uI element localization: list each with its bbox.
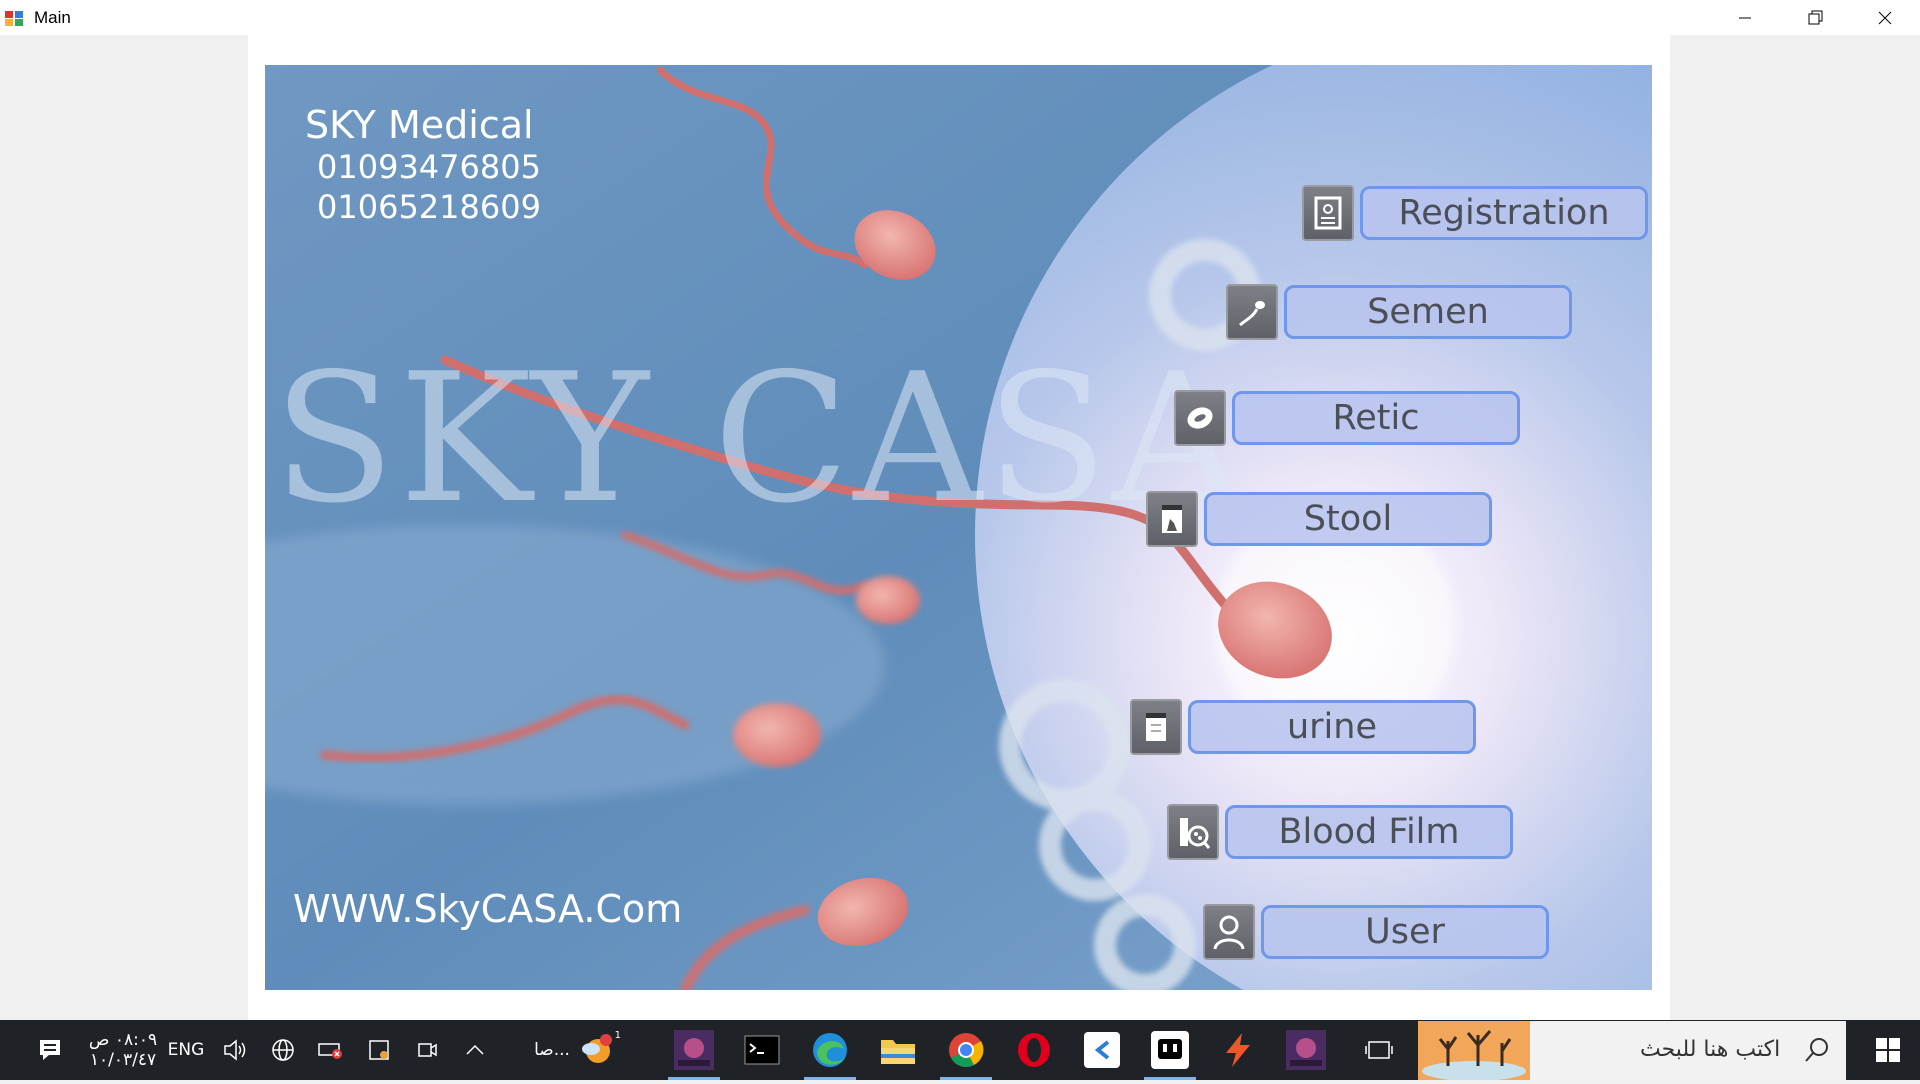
taskbar-app-pinned[interactable] xyxy=(1074,1020,1130,1080)
folder-icon xyxy=(881,1040,915,1064)
clock-time: ٠٨:٠٩ ص xyxy=(88,1030,158,1050)
notifications-button[interactable] xyxy=(30,1020,70,1080)
menu-row-retic: Retic xyxy=(1174,390,1520,446)
task-view-icon xyxy=(1365,1041,1393,1059)
start-button[interactable] xyxy=(1856,1020,1920,1080)
minimize-icon xyxy=(1739,17,1751,18)
menu-row-registration: Registration xyxy=(1302,185,1648,241)
close-button[interactable] xyxy=(1850,0,1920,35)
pinned-app-icon xyxy=(1084,1032,1120,1068)
globe-icon xyxy=(272,1039,294,1061)
camera-icon xyxy=(418,1043,437,1057)
tray-app-button[interactable] xyxy=(364,1020,394,1080)
taskbar-app-terminal[interactable] xyxy=(734,1020,790,1080)
close-icon xyxy=(1878,11,1892,24)
registration-icon[interactable] xyxy=(1302,185,1354,241)
title-bar: Main xyxy=(0,0,1920,35)
retic-icon[interactable] xyxy=(1174,390,1226,446)
watermark-text: SKY CASA xyxy=(273,335,1245,542)
edge-icon xyxy=(813,1033,847,1067)
stool-icon[interactable] xyxy=(1146,491,1198,547)
phone-number-1: 01093476805 xyxy=(317,148,541,186)
network-button[interactable] xyxy=(268,1020,298,1080)
notifications-icon xyxy=(40,1040,60,1060)
clock-date: ١٠/٠٣/٤٧ xyxy=(89,1050,157,1070)
taskbar-app-opera[interactable] xyxy=(1006,1020,1062,1080)
sky-app-icon xyxy=(674,1030,714,1070)
terminal-icon xyxy=(744,1035,780,1065)
tray-app-icon xyxy=(369,1040,389,1060)
weather-label: صا... xyxy=(534,1040,570,1060)
retic-button[interactable]: Retic xyxy=(1232,391,1520,445)
semen-button[interactable]: Semen xyxy=(1284,285,1572,339)
taskbar-app-chrome[interactable] xyxy=(938,1020,994,1080)
chrome-icon xyxy=(949,1033,984,1067)
restore-icon xyxy=(1808,10,1823,24)
taskbar-app-file-explorer[interactable] xyxy=(870,1020,926,1080)
user-icon[interactable] xyxy=(1203,904,1255,960)
volume-button[interactable] xyxy=(220,1020,250,1080)
taskbar-app-lightning[interactable] xyxy=(1210,1020,1266,1080)
search-highlight-image xyxy=(1418,1021,1530,1081)
battery-warning-icon xyxy=(318,1043,342,1059)
windows-logo-icon xyxy=(1876,1038,1900,1062)
task-view-button[interactable] xyxy=(1354,1020,1404,1080)
semen-icon[interactable] xyxy=(1226,284,1278,340)
weather-icon xyxy=(581,1034,612,1063)
weather-widget[interactable]: صا... 1 xyxy=(520,1020,630,1080)
show-hidden-icons-button[interactable] xyxy=(460,1020,490,1080)
opera-icon xyxy=(1018,1033,1050,1067)
menu-row-stool: Stool xyxy=(1146,491,1492,547)
taskbar-app-sky-1[interactable] xyxy=(666,1020,722,1080)
volume-icon xyxy=(224,1039,246,1061)
taskbar-app-sky-2[interactable] xyxy=(1278,1020,1334,1080)
menu-row-urine: urine xyxy=(1130,699,1476,755)
urine-button[interactable]: urine xyxy=(1188,700,1476,754)
chevron-up-icon xyxy=(466,1044,484,1055)
taskbar: ٠٨:٠٩ ص ١٠/٠٣/٤٧ ENG صا... 1 اكتب هنا لل… xyxy=(0,1020,1920,1081)
website-text: WWW.SkyCASA.Com xyxy=(293,887,683,931)
urine-icon[interactable] xyxy=(1130,699,1182,755)
phone-number-2: 01065218609 xyxy=(317,188,541,226)
battery-button[interactable] xyxy=(316,1020,346,1080)
weather-badge: 1 xyxy=(614,1030,621,1041)
app-icon xyxy=(5,10,23,26)
search-icon xyxy=(1805,1038,1828,1062)
menu-row-user: User xyxy=(1203,904,1549,960)
taskbar-app-media[interactable] xyxy=(1142,1020,1198,1080)
brand-name: SKY Medical xyxy=(305,103,534,147)
stool-button[interactable]: Stool xyxy=(1204,492,1492,546)
clock[interactable]: ٠٨:٠٩ ص ١٠/٠٣/٤٧ xyxy=(78,1020,168,1080)
sky-app-icon-2 xyxy=(1286,1030,1326,1070)
menu-row-blood-film: Blood Film xyxy=(1167,804,1513,860)
media-app-icon xyxy=(1151,1031,1189,1069)
registration-button[interactable]: Registration xyxy=(1360,186,1648,240)
blood-film-icon[interactable] xyxy=(1167,804,1219,860)
minimize-button[interactable] xyxy=(1710,0,1780,35)
brand-block: SKY Medical 01093476805 01065218609 xyxy=(305,103,541,227)
language-label: ENG xyxy=(167,1040,205,1060)
taskbar-app-edge[interactable] xyxy=(802,1020,858,1080)
search-box[interactable]: اكتب هنا للبحث xyxy=(1418,1021,1846,1081)
meet-now-button[interactable] xyxy=(412,1020,442,1080)
lightning-app-icon xyxy=(1226,1033,1250,1067)
language-indicator[interactable]: ENG xyxy=(164,1020,208,1080)
menu-row-semen: Semen xyxy=(1226,284,1572,340)
blood-film-button[interactable]: Blood Film xyxy=(1225,805,1513,859)
search-placeholder: اكتب هنا للبحث xyxy=(1640,1037,1781,1062)
user-button[interactable]: User xyxy=(1261,905,1549,959)
restore-button[interactable] xyxy=(1780,0,1850,35)
window-title: Main xyxy=(34,7,71,27)
